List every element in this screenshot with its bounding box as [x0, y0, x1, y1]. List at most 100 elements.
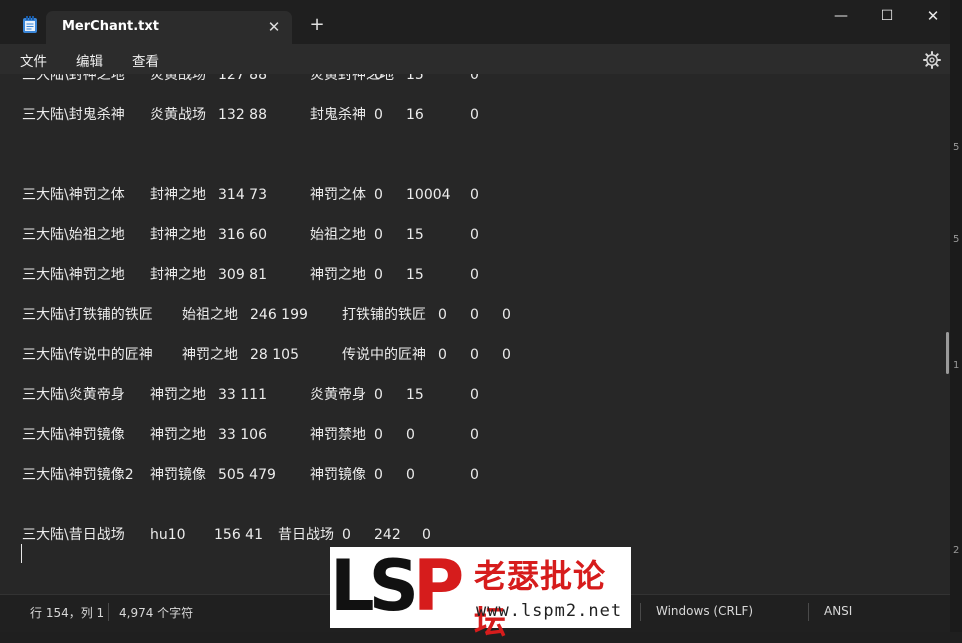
text-cell: 0 — [374, 187, 383, 203]
text-cell: 三大陆\传说中的匠神 — [22, 347, 153, 363]
text-cell: 0 — [374, 267, 383, 283]
text-cell: 0 — [470, 307, 479, 323]
text-cell: 505 479 — [218, 467, 276, 483]
edge-glyph: 5 — [953, 142, 960, 153]
text-cell: 0 — [374, 74, 383, 83]
text-cell: 0 — [406, 467, 415, 483]
text-cell: 神罚之地 — [150, 387, 206, 403]
text-cell: 0 — [470, 187, 479, 203]
text-cell: 0 — [342, 527, 351, 543]
text-cell: 0 — [406, 427, 415, 443]
watermark-letter: P — [413, 545, 464, 627]
background-window-edge: 5 5 1 2 — [950, 0, 962, 632]
text-cell: 16 — [406, 107, 424, 123]
text-line: 三大陆\始祖之地 封神之地 316 60 始祖之地 0 15 0 — [22, 225, 922, 245]
text-line: 三大陆\封神之地 炎黄战场 127 88 炎黄封神之地 0 15 0 — [22, 74, 922, 85]
text-cell: 传说中的匠神 — [342, 347, 426, 363]
text-cell: 三大陆\封鬼杀神 — [22, 107, 125, 123]
text-cell: 15 — [406, 74, 424, 83]
cursor-position[interactable]: 行 154，列 1 — [30, 604, 104, 621]
text-cell: 0 — [374, 467, 383, 483]
text-cell: 0 — [470, 267, 479, 283]
text-cell: 封神之地 — [150, 267, 206, 283]
minimize-button[interactable]: — — [818, 0, 864, 32]
text-editor[interactable]: 三大陆\封神之地 炎黄战场 127 88 炎黄封神之地 0 15 0 三大陆\封鬼杀神 炎黄战场… — [0, 74, 950, 594]
text-cell: 246 199 — [250, 307, 308, 323]
status-divider — [808, 603, 809, 621]
text-line: 三大陆\神罚之体 封神之地 314 73 神罚之体 0 10004 0 — [22, 185, 922, 205]
new-tab-button[interactable]: + — [306, 14, 328, 36]
maximize-button[interactable]: ☐ — [864, 0, 910, 32]
text-cell: 三大陆\神罚之地 — [22, 267, 125, 283]
text-cell: 神罚之地 — [182, 347, 238, 363]
text-cell: 242 — [374, 527, 401, 543]
edge-glyph: 5 — [953, 234, 960, 245]
menu-file[interactable]: 文件 — [20, 50, 47, 70]
status-divider — [640, 603, 641, 621]
text-cell: 三大陆\神罚之体 — [22, 187, 125, 203]
menu-view[interactable]: 查看 — [132, 50, 159, 70]
text-cell: 0 — [374, 227, 383, 243]
tab-merchant[interactable]: MerChant.txt ✕ — [46, 11, 292, 44]
text-cell: 316 60 — [218, 227, 267, 243]
close-tab-icon[interactable]: ✕ — [264, 17, 284, 37]
text-line: 三大陆\神罚之地 封神之地 309 81 神罚之地 0 15 0 — [22, 265, 922, 285]
character-count: 4,974 个字符 — [119, 606, 194, 620]
text-cell: 0 — [470, 74, 479, 83]
text-cursor — [21, 544, 22, 563]
text-cell: 神罚镜像 — [150, 467, 206, 483]
edge-glyph: 1 — [953, 360, 960, 371]
text-cell: 神罚之地 — [150, 427, 206, 443]
text-line: 三大陆\封鬼杀神 炎黄战场 132 88 封鬼杀神 0 16 0 — [22, 105, 922, 125]
text-cell: hu10 — [150, 527, 186, 543]
text-cell: 三大陆\始祖之地 — [22, 227, 125, 243]
text-cell: 0 — [438, 307, 447, 323]
watermark-chinese: 老瑟批论坛 — [474, 557, 607, 641]
text-cell: 0 — [470, 347, 479, 363]
gear-icon[interactable] — [922, 50, 942, 70]
text-line: 三大陆\打铁铺的铁匠 始祖之地 246 199 打铁铺的铁匠 0 0 0 — [22, 305, 922, 325]
text-line: 三大陆\神罚镜像 神罚之地 33 106 神罚禁地 0 0 0 — [22, 425, 922, 445]
menu-edit[interactable]: 编辑 — [76, 50, 103, 70]
text-cell: 三大陆\封神之地 — [22, 74, 125, 83]
text-cell: 10004 — [406, 187, 451, 203]
text-cell: 15 — [406, 387, 424, 403]
text-cell: 0 — [470, 107, 479, 123]
text-cell: 打铁铺的铁匠 — [342, 307, 426, 323]
text-cell: 0 — [470, 427, 479, 443]
text-cell: 封神之地 — [150, 227, 206, 243]
text-cell: 0 — [502, 347, 511, 363]
watermark-letter: L — [330, 545, 375, 627]
text-line: 三大陆\炎黄帝身 神罚之地 33 111 炎黄帝身 0 15 0 — [22, 385, 922, 405]
text-cell: 神罚禁地 — [310, 427, 366, 443]
text-cell: 314 73 — [218, 187, 267, 203]
text-cell: 炎黄战场 — [150, 107, 206, 123]
text-cell: 神罚之地 — [310, 267, 366, 283]
text-cell: 三大陆\昔日战场 — [22, 527, 125, 543]
text-cell: 三大陆\打铁铺的铁匠 — [22, 307, 153, 323]
text-cell: 封鬼杀神 — [310, 107, 366, 123]
title-bar: MerChant.txt ✕ + — ☐ ✕ — [0, 0, 950, 44]
text-cell: 28 105 — [250, 347, 299, 363]
text-line: 三大陆\神罚镜像2 神罚镜像 505 479 神罚镜像 0 0 0 — [22, 465, 922, 485]
text-cell: 33 111 — [218, 387, 267, 403]
text-cell: 0 — [374, 387, 383, 403]
vertical-scrollbar[interactable] — [946, 332, 949, 374]
text-cell: 127 88 — [218, 74, 267, 83]
text-cell: 始祖之地 — [182, 307, 238, 323]
text-cell: 炎黄帝身 — [310, 387, 366, 403]
text-cell: 封神之地 — [150, 187, 206, 203]
text-cell: 0 — [470, 467, 479, 483]
text-cell: 156 41 — [214, 527, 263, 543]
text-cell: 炎黄战场 — [150, 74, 206, 83]
menu-bar: 文件 编辑 查看 — [0, 44, 950, 74]
watermark-logo: LSP 老瑟批论坛 www.lspm2.net — [330, 545, 631, 641]
text-cell: 0 — [502, 307, 511, 323]
text-cell: 0 — [374, 107, 383, 123]
notepad-icon — [23, 16, 37, 33]
text-cell: 15 — [406, 227, 424, 243]
text-cell: 15 — [406, 267, 424, 283]
text-cell: 三大陆\炎黄帝身 — [22, 387, 125, 403]
encoding[interactable]: ANSI — [824, 604, 852, 618]
line-ending[interactable]: Windows (CRLF) — [656, 604, 753, 618]
